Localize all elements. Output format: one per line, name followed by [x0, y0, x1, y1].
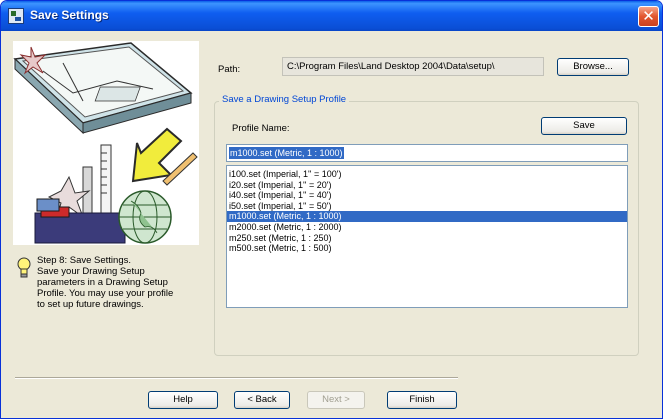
profile-list[interactable]: i100.set (Imperial, 1'' = 100') i20.set … — [226, 165, 628, 308]
profile-name-value: m1000.set (Metric, 1 : 1000) — [229, 147, 344, 159]
help-button[interactable]: Help — [148, 391, 218, 409]
step-description: Step 8: Save Settings. Save your Drawing… — [37, 255, 207, 310]
title-bar[interactable]: Save Settings ✕ — [1, 1, 662, 31]
list-item[interactable]: m500.set (Metric, 1 : 500) — [227, 243, 627, 254]
close-button[interactable]: ✕ — [638, 6, 659, 27]
save-settings-dialog: Save Settings ✕ Step 8: Save Settings. S… — [0, 0, 663, 419]
lightbulb-icon — [17, 257, 31, 278]
app-icon — [8, 8, 24, 24]
list-item[interactable]: i100.set (Imperial, 1'' = 100') — [227, 169, 627, 180]
step-line: Profile. You may use your profile — [37, 288, 174, 299]
step-line: Step 8: Save Settings. — [37, 255, 132, 266]
list-item[interactable]: i20.set (Imperial, 1'' = 20') — [227, 180, 627, 191]
divider — [15, 377, 458, 379]
browse-button[interactable]: Browse... — [557, 58, 629, 76]
group-legend: Save a Drawing Setup Profile — [219, 94, 350, 105]
list-item[interactable]: m2000.set (Metric, 1 : 2000) — [227, 222, 627, 233]
list-item-selected[interactable]: m1000.set (Metric, 1 : 1000) — [227, 211, 627, 222]
save-button[interactable]: Save — [541, 117, 627, 135]
step-line: Save your Drawing Setup — [37, 266, 145, 277]
step-line: to set up future drawings. — [37, 299, 144, 310]
profile-name-input[interactable]: m1000.set (Metric, 1 : 1000) — [226, 144, 628, 162]
path-label: Path: — [218, 64, 241, 75]
list-item[interactable]: i40.set (Imperial, 1'' = 40') — [227, 190, 627, 201]
profile-name-label: Profile Name: — [232, 123, 290, 134]
list-item[interactable]: m250.set (Metric, 1 : 250) — [227, 233, 627, 244]
finish-button[interactable]: Finish — [387, 391, 457, 409]
back-button[interactable]: < Back — [234, 391, 290, 409]
list-item[interactable]: i50.set (Imperial, 1'' = 50') — [227, 201, 627, 212]
path-field: C:\Program Files\Land Desktop 2004\Data\… — [282, 57, 544, 76]
setup-wizard-illustration — [13, 41, 199, 245]
step-line: parameters in a Drawing Setup — [37, 277, 168, 288]
window-title: Save Settings — [30, 8, 109, 22]
next-button[interactable]: Next > — [307, 391, 365, 409]
